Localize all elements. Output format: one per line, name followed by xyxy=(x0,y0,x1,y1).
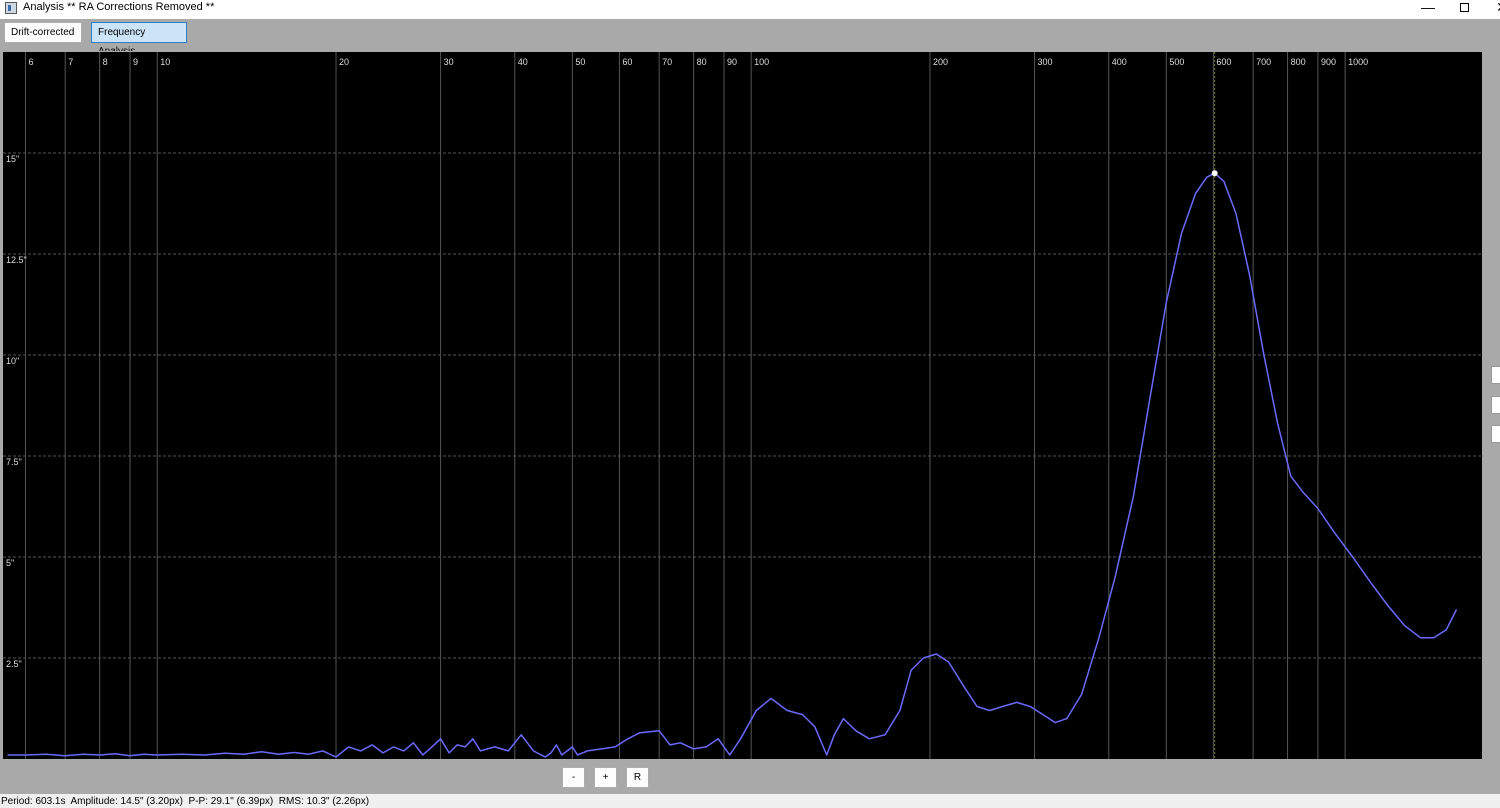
x-tick-label: 7 xyxy=(68,57,73,67)
y-tick-label: 10" xyxy=(6,356,19,366)
y-tick-label: 5" xyxy=(6,558,14,568)
window-title: Analysis ** RA Corrections Removed ** xyxy=(23,1,215,13)
y-tick-label: 15" xyxy=(6,154,19,164)
x-tick-label: 10 xyxy=(160,57,170,67)
x-tick-label: 9 xyxy=(133,57,138,67)
app-icon xyxy=(5,2,17,14)
tab-drift-corrected[interactable]: Drift-corrected xyxy=(4,22,82,43)
zoom-bar: - + R xyxy=(0,761,1500,794)
maximize-icon xyxy=(1459,3,1469,12)
minimize-icon: — xyxy=(1421,0,1435,15)
x-tick-label: 400 xyxy=(1112,57,1127,67)
x-tick-label: 200 xyxy=(933,57,948,67)
status-readout: Period: 603.1s Amplitude: 14.5" (3.20px)… xyxy=(1,796,370,807)
zoom-in-button[interactable]: + xyxy=(594,767,617,788)
close-icon: ✕ xyxy=(1496,0,1500,15)
frequency-chart: 6 7 8 9 10 20 30 40 50 60 70 80 90 100 200 300 400 500 600… xyxy=(3,52,1482,759)
minimize-button[interactable]: — xyxy=(1408,0,1448,19)
side-controls xyxy=(1490,366,1500,446)
tab-frequency-analysis[interactable]: Frequency Analysis xyxy=(91,22,187,57)
y-tick-label: 12.5" xyxy=(6,255,27,265)
x-tick-label: 500 xyxy=(1169,57,1184,67)
x-tick-label: 600 xyxy=(1216,57,1231,67)
x-tick-label: 6 xyxy=(28,57,33,67)
frequency-plot[interactable]: 6 7 8 9 10 20 30 40 50 60 70 80 90 100 200 300 400 500 600… xyxy=(3,52,1482,759)
x-tick-label: 30 xyxy=(444,57,454,67)
close-button[interactable]: ✕ xyxy=(1482,0,1500,19)
side-checkbox-2[interactable] xyxy=(1491,396,1500,414)
x-tick-label: 8 xyxy=(103,57,108,67)
x-tick-label: 80 xyxy=(697,57,707,67)
x-tick-label: 300 xyxy=(1038,57,1053,67)
maximize-button[interactable] xyxy=(1444,0,1484,19)
x-tick-label: 900 xyxy=(1321,57,1336,67)
y-tick-label: 2.5" xyxy=(6,659,22,669)
amplitude-curve xyxy=(7,172,1458,758)
x-tick-label: 20 xyxy=(339,57,349,67)
x-tick-label: 60 xyxy=(622,57,632,67)
y-tick-label: 7.5" xyxy=(6,457,22,467)
x-tick-label: 50 xyxy=(575,57,585,67)
peak-marker xyxy=(1211,170,1218,177)
x-tick-label: 70 xyxy=(662,57,672,67)
side-checkbox-3[interactable] xyxy=(1491,425,1500,443)
title-bar: Analysis ** RA Corrections Removed ** — … xyxy=(0,0,1500,19)
zoom-out-button[interactable]: - xyxy=(562,767,585,788)
x-tick-label: 90 xyxy=(727,57,737,67)
x-tick-label: 40 xyxy=(518,57,528,67)
toolbar: Drift-corrected Frequency Analysis xyxy=(0,19,1500,57)
status-bar: Period: 603.1s Amplitude: 14.5" (3.20px)… xyxy=(0,794,1500,808)
x-tick-label: 100 xyxy=(754,57,769,67)
x-tick-label: 1000 xyxy=(1348,57,1368,67)
zoom-reset-button[interactable]: R xyxy=(626,767,649,788)
side-checkbox-1[interactable] xyxy=(1491,366,1500,384)
x-tick-label: 700 xyxy=(1256,57,1271,67)
x-tick-label: 800 xyxy=(1291,57,1306,67)
